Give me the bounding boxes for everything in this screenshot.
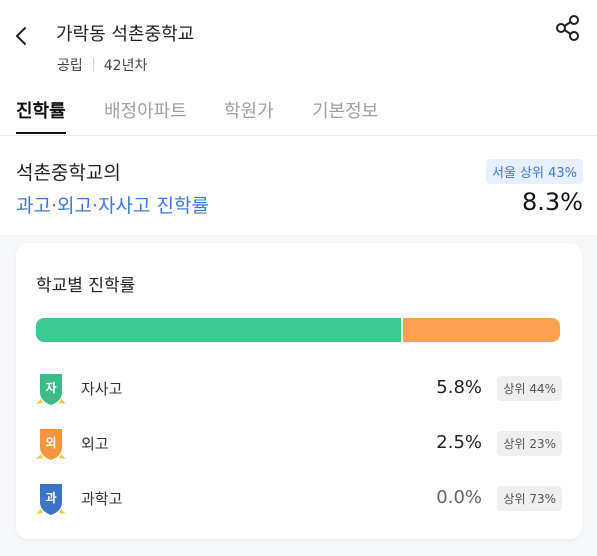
school-age: 42년차 (103, 58, 148, 74)
row-label: 과학고 (81, 490, 123, 508)
row-value: 2.5% (436, 432, 482, 453)
summary-heading: 석촌중학교의 (16, 162, 121, 184)
foreign-language-school-emblem-icon: 외 (36, 429, 66, 460)
row-label: 자사고 (81, 380, 123, 398)
emblem-ribbon-right (59, 454, 66, 459)
ratio-segment-2 (403, 318, 560, 342)
science-school-emblem-icon: 과 (36, 484, 66, 515)
share-icon[interactable] (555, 14, 581, 42)
school-type: 공립 (57, 58, 83, 74)
row-label: 외고 (81, 435, 109, 453)
emblem-ribbon-left (36, 509, 43, 514)
emblem-ribbon-left (36, 454, 43, 459)
emblem-ribbon-right (59, 509, 66, 514)
emblem-ribbon-left (36, 399, 43, 404)
svg-text:과: 과 (45, 490, 56, 505)
svg-text:외: 외 (45, 435, 56, 450)
tab-bar: 진학률 배정아파트 학원가 기본정보 (0, 93, 597, 136)
tab-basic-info[interactable]: 기본정보 (312, 97, 378, 132)
school-meta: 공립 42년차 (57, 55, 147, 75)
tab-admission-rate[interactable]: 진학률 (16, 97, 66, 134)
card-title: 학교별 진학률 (36, 276, 136, 296)
row-rank-badge: 상위 23% (497, 431, 562, 456)
back-chevron-icon[interactable] (12, 24, 32, 48)
svg-text:자: 자 (45, 380, 56, 395)
ratio-bar (36, 318, 560, 342)
row-rank-badge: 상위 73% (497, 486, 562, 511)
rate-row-science: 과 과학고 0.0% 상위 73% (36, 481, 562, 517)
summary-category-link[interactable]: 과고·외고·자사고 진학률 (16, 191, 209, 218)
rate-row-autonomous: 자 자사고 5.8% 상위 44% (36, 371, 562, 407)
school-rate-card: 학교별 진학률 자 자사고 5.8% 상위 44% 외 외고 2.5% 상위 2… (16, 243, 582, 539)
row-rank-badge: 상위 44% (497, 376, 562, 401)
rank-badge: 서울 상위 43% (486, 159, 583, 184)
tab-assigned-apartments[interactable]: 배정아파트 (104, 97, 187, 132)
page-title: 가락동 석촌중학교 (56, 24, 195, 45)
header-section: 가락동 석촌중학교 공립 42년차 진학률 배정아파트 학원가 기본정보 석촌중… (0, 0, 597, 235)
rate-row-foreign-language: 외 외고 2.5% 상위 23% (36, 426, 562, 462)
divider (92, 58, 94, 72)
autonomous-school-emblem-icon: 자 (36, 374, 66, 405)
ratio-segment-1 (36, 318, 402, 342)
row-value: 0.0% (436, 487, 482, 508)
tab-academy-district[interactable]: 학원가 (224, 97, 274, 132)
admission-rate-value: 8.3% (522, 188, 583, 216)
row-value: 5.8% (436, 377, 482, 398)
emblem-ribbon-right (59, 399, 66, 404)
